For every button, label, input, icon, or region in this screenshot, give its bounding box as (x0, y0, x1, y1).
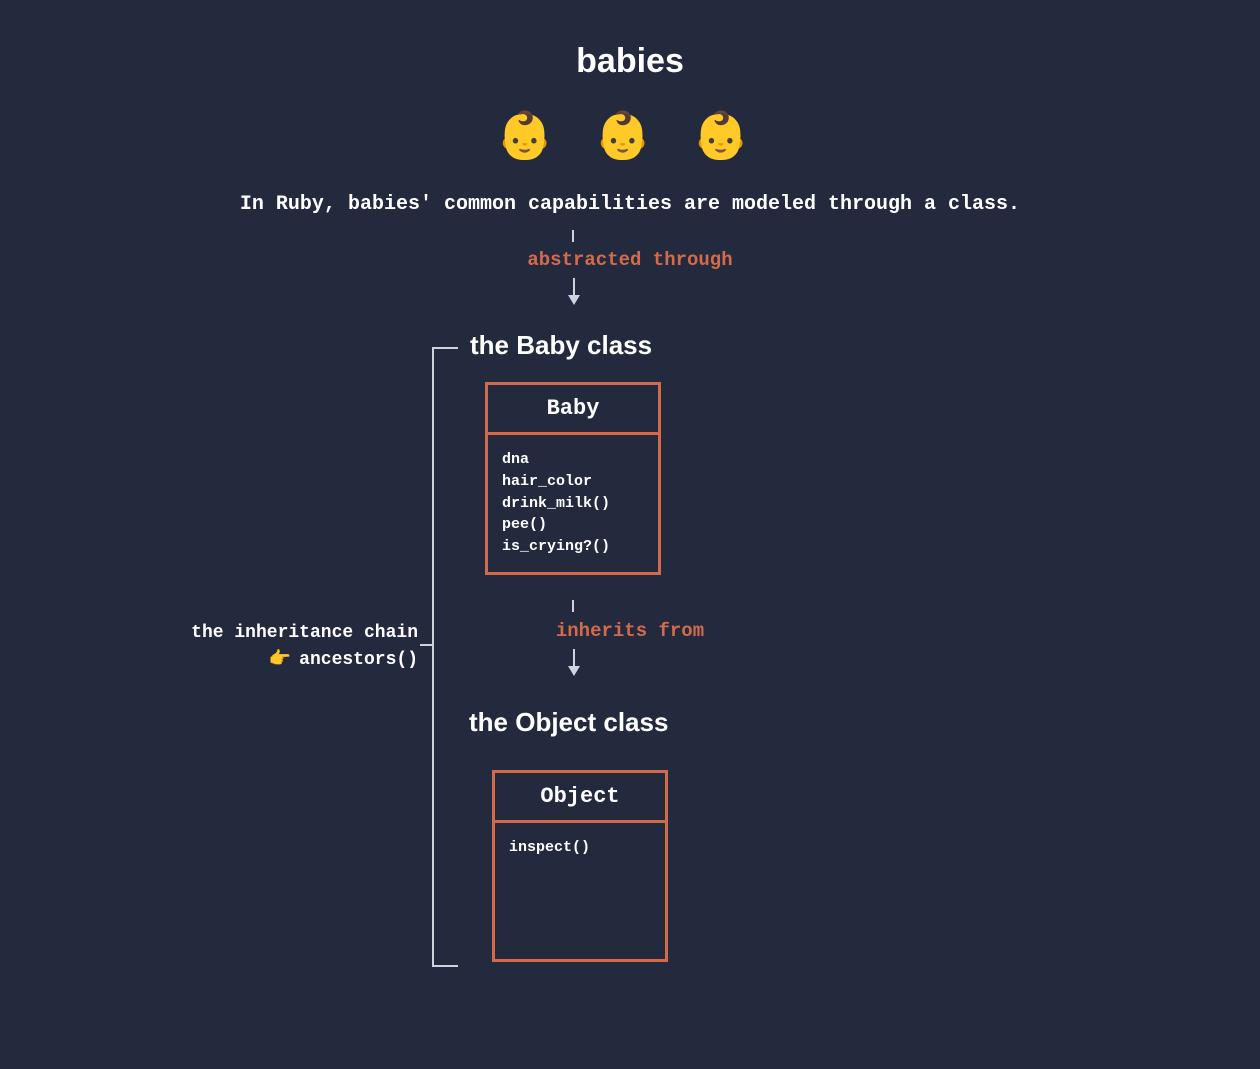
diagram-title: babies (0, 42, 1260, 81)
class-member: is_crying?() (502, 536, 644, 558)
class-member: inspect() (509, 837, 651, 859)
inheritance-chain-line1: the inheritance chain (158, 620, 418, 647)
arrow-down-icon (564, 649, 584, 677)
object-class-heading: the Object class (469, 707, 668, 738)
inheritance-bracket (432, 347, 458, 967)
class-member: hair_color (502, 471, 644, 493)
ancestors-method: ancestors() (299, 650, 418, 670)
baby-emoji-row: 👶 👶 👶 (0, 108, 1260, 163)
baby-class-heading: the Baby class (470, 330, 652, 361)
object-class-members: inspect() (495, 823, 665, 873)
diagram-subtitle: In Ruby, babies' common capabilities are… (0, 193, 1260, 216)
object-class-box: Object inspect() (492, 770, 668, 962)
pointer-right-icon: 👉 (269, 647, 291, 674)
connector-stem (572, 230, 574, 242)
baby-class-members: dna hair_color drink_milk() pee() is_cry… (488, 435, 658, 572)
object-class-name: Object (495, 773, 665, 823)
class-member: dna (502, 449, 644, 471)
arrow-down-icon (564, 278, 584, 306)
connector-stem (572, 600, 574, 612)
class-member: pee() (502, 514, 644, 536)
inheritance-chain-note: the inheritance chain 👉 ancestors() (158, 620, 418, 674)
arrow-label-abstracted: abstracted through (0, 249, 1260, 271)
class-member: drink_milk() (502, 493, 644, 515)
baby-class-name: Baby (488, 385, 658, 435)
inheritance-bracket-tail (420, 644, 432, 646)
baby-class-box: Baby dna hair_color drink_milk() pee() i… (485, 382, 661, 575)
